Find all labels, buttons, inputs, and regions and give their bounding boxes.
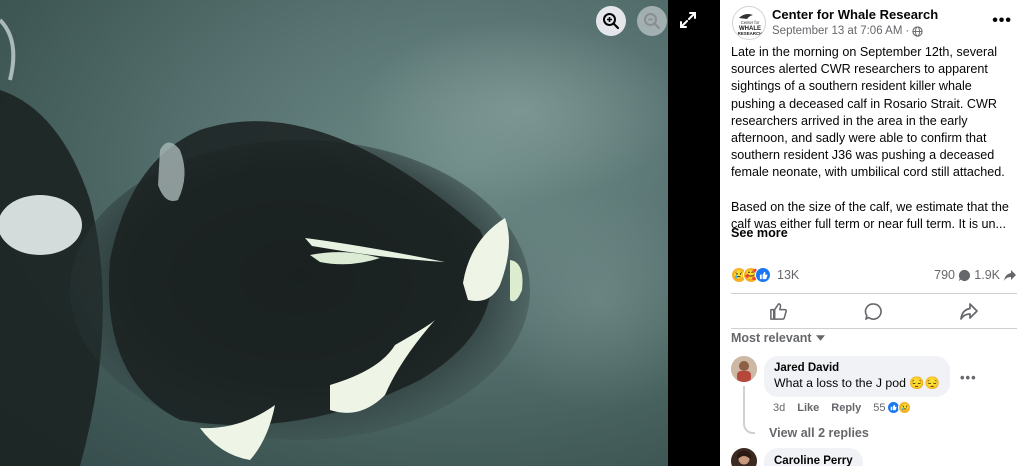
comment-like-button[interactable]: Like <box>797 402 819 414</box>
comment-more-options-button[interactable]: ••• <box>960 370 977 385</box>
svg-text:RESEARCH: RESEARCH <box>738 31 763 36</box>
post-actions <box>731 296 1017 326</box>
post-paragraph: Late in the morning on September 12th, s… <box>731 45 1005 180</box>
see-more-link[interactable]: See more <box>731 226 788 240</box>
comment-reactions[interactable]: 55 😢 <box>873 401 912 414</box>
comment-button[interactable] <box>854 296 894 326</box>
commenter-photo <box>731 356 757 382</box>
share-count[interactable]: 1.9K <box>974 268 1017 282</box>
post-meta: September 13 at 7:06 AM · <box>772 25 923 37</box>
comment-bubble: Jared David What a loss to the J pod 😔😔 <box>764 356 950 397</box>
commenter-photo <box>731 448 757 466</box>
zoom-out-icon <box>644 13 661 30</box>
sad-reaction-icon: 😢 <box>898 401 912 414</box>
comment-count-value: 790 <box>934 268 955 282</box>
post-header: Center for WHALE RESEARCH Center for Wha… <box>732 6 1016 40</box>
thumbs-up-icon <box>770 302 788 320</box>
like-button[interactable] <box>759 296 799 326</box>
comment-reaction-count: 55 <box>873 401 886 414</box>
post-body: Late in the morning on September 12th, s… <box>731 44 1017 233</box>
comment-text: What a loss to the J pod 😔😔 <box>774 376 940 390</box>
post-timestamp[interactable]: September 13 at 7:06 AM <box>772 25 902 37</box>
comment-bubble-icon <box>958 269 971 281</box>
killer-whale-photo <box>0 18 668 466</box>
page-name[interactable]: Center for Whale Research <box>772 7 938 22</box>
divider <box>731 293 1017 294</box>
share-arrow-icon <box>1004 269 1016 281</box>
comment-icon <box>865 302 883 320</box>
avatar[interactable] <box>731 356 757 382</box>
divider <box>731 328 1017 329</box>
comment-author[interactable]: Caroline Perry <box>774 455 853 466</box>
page-avatar[interactable]: Center for WHALE RESEARCH <box>732 6 766 40</box>
post-panel: Center for WHALE RESEARCH Center for Wha… <box>720 0 1024 466</box>
comment-item: Jared David What a loss to the J pod 😔😔 … <box>731 356 1017 446</box>
post-more-options-button[interactable]: ••• <box>992 12 1012 30</box>
caret-down-icon <box>815 335 825 341</box>
like-reaction-icon <box>755 267 771 283</box>
comment-reply-button[interactable]: Reply <box>831 402 861 414</box>
zoom-out-button[interactable] <box>637 6 667 36</box>
photo-viewer[interactable] <box>0 0 668 466</box>
reaction-summary[interactable]: 😢 🥰 13K <box>731 267 799 283</box>
comment-footer: 3d Like Reply 55 😢 <box>773 401 912 414</box>
more-dots-icon: ••• <box>960 370 977 385</box>
comment-item: Caroline Perry <box>731 448 1017 466</box>
reaction-count: 13K <box>777 268 800 282</box>
view-replies-link[interactable]: View all 2 replies <box>769 426 869 440</box>
whale-research-logo: Center for WHALE RESEARCH <box>738 14 763 36</box>
more-dots-icon: ••• <box>992 12 1012 29</box>
comment-bubble: Caroline Perry <box>764 448 863 466</box>
comment-count[interactable]: 790 <box>934 268 971 282</box>
post-stats: 😢 🥰 13K 790 1.9K <box>731 267 1017 287</box>
comment-age[interactable]: 3d <box>773 402 785 414</box>
globe-icon <box>912 25 923 37</box>
share-icon <box>960 302 979 320</box>
comment-sort-dropdown[interactable]: Most relevant <box>731 331 825 345</box>
svg-text:Center for: Center for <box>741 20 760 25</box>
fullscreen-button[interactable] <box>678 10 698 30</box>
thread-line <box>743 386 755 434</box>
fullscreen-icon <box>680 12 696 28</box>
zoom-in-button[interactable] <box>596 6 626 36</box>
viewer-gutter <box>668 0 720 466</box>
avatar[interactable] <box>731 448 757 466</box>
sort-label: Most relevant <box>731 331 812 345</box>
comment-author[interactable]: Jared David <box>774 362 940 374</box>
share-count-value: 1.9K <box>974 268 1000 282</box>
meta-separator: · <box>905 25 910 37</box>
zoom-in-icon <box>603 13 620 30</box>
share-button[interactable] <box>949 296 989 326</box>
